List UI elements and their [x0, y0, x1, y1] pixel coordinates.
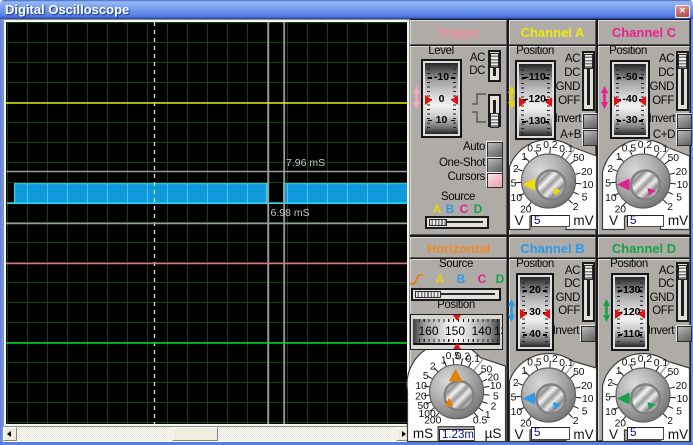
- svg-text:V: V: [609, 427, 618, 442]
- svg-text:mV: mV: [668, 213, 688, 228]
- svg-text:5: 5: [423, 371, 429, 382]
- svg-text:20: 20: [581, 167, 593, 178]
- svg-text:6.98 mS: 6.98 mS: [271, 207, 310, 219]
- svg-text:5: 5: [582, 407, 588, 418]
- svg-text:10: 10: [677, 394, 689, 405]
- svg-text:V: V: [514, 427, 523, 442]
- svg-text:V: V: [514, 213, 523, 228]
- svg-text:10: 10: [605, 407, 617, 418]
- svg-text:mV: mV: [573, 213, 593, 228]
- svg-text:2: 2: [607, 378, 613, 389]
- svg-text:2: 2: [573, 202, 579, 213]
- svg-text:20: 20: [676, 381, 688, 392]
- svg-text:0.2: 0.2: [543, 354, 558, 365]
- svg-text:20: 20: [581, 381, 593, 392]
- svg-text:2: 2: [667, 416, 673, 427]
- svg-text:5: 5: [511, 392, 517, 403]
- svg-text:0.1: 0.1: [466, 354, 481, 365]
- svg-text:0.2: 0.2: [543, 140, 558, 151]
- svg-text:µS: µS: [485, 426, 502, 441]
- svg-text:10: 10: [582, 180, 594, 191]
- svg-text:2: 2: [607, 164, 613, 175]
- svg-text:2: 2: [667, 202, 673, 213]
- svg-text:10: 10: [582, 394, 594, 405]
- svg-text:50: 50: [668, 153, 680, 164]
- svg-text:5: 5: [511, 178, 517, 189]
- svg-text:2: 2: [430, 362, 436, 373]
- svg-text:0.2: 0.2: [638, 140, 653, 151]
- svg-text:5: 5: [605, 392, 611, 403]
- svg-text:0.5: 0.5: [473, 415, 488, 426]
- svg-text:50: 50: [573, 153, 585, 164]
- svg-text:2: 2: [491, 402, 497, 413]
- svg-text:10: 10: [605, 193, 617, 204]
- svg-text:2: 2: [573, 416, 579, 427]
- svg-text:2: 2: [513, 378, 519, 389]
- svg-text:50: 50: [668, 367, 680, 378]
- svg-text:10: 10: [677, 180, 689, 191]
- svg-text:5: 5: [605, 178, 611, 189]
- svg-text:50: 50: [573, 367, 585, 378]
- svg-text:5: 5: [676, 407, 682, 418]
- svg-text:0.5: 0.5: [527, 358, 542, 369]
- svg-text:mV: mV: [668, 427, 688, 442]
- svg-text:0.5: 0.5: [527, 144, 542, 155]
- svg-text:mS: mS: [413, 426, 433, 441]
- svg-text:0.5: 0.5: [622, 358, 637, 369]
- svg-text:V: V: [609, 213, 618, 228]
- svg-text:20: 20: [676, 167, 688, 178]
- svg-text:5: 5: [676, 193, 682, 204]
- svg-text:7.96 mS: 7.96 mS: [286, 157, 325, 169]
- svg-text:2: 2: [513, 164, 519, 175]
- svg-text:10: 10: [415, 381, 427, 392]
- svg-text:10: 10: [511, 407, 523, 418]
- svg-text:10: 10: [511, 193, 523, 204]
- svg-text:0.2: 0.2: [638, 354, 653, 365]
- svg-text:20: 20: [415, 392, 427, 403]
- svg-text:5: 5: [582, 193, 588, 204]
- svg-text:mV: mV: [573, 427, 593, 442]
- svg-text:0.5: 0.5: [622, 144, 637, 155]
